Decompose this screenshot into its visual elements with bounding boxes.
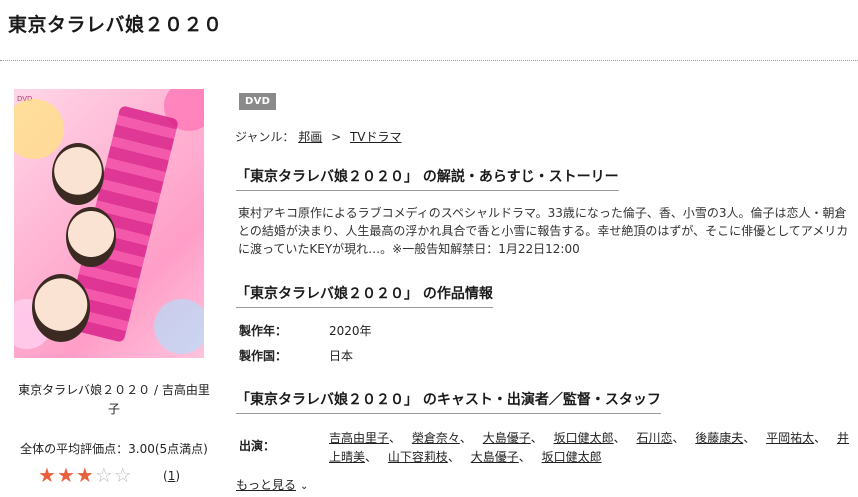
info-row-year: 製作年： 2020年 (239, 322, 372, 339)
review-count-link[interactable]: (1) (163, 469, 180, 483)
info-row-country: 製作国： 日本 (239, 347, 353, 364)
cast-link[interactable]: 榮倉奈々 (412, 431, 460, 445)
cast-link[interactable]: 平岡祐太 (766, 431, 814, 445)
cover-flower-decoration (154, 299, 204, 354)
cover-actress-face (32, 274, 90, 342)
info-heading: 「東京タラレバ娘２０２０」 の作品情報 (236, 283, 493, 308)
cast-link[interactable]: 後藤康夫 (695, 431, 743, 445)
cast-link[interactable]: 坂口健太郎 (554, 431, 614, 445)
star-empty-icon: ☆ (94, 463, 114, 487)
more-link[interactable]: もっと見る ⌄ (236, 476, 308, 493)
cast-label: 出演： (239, 439, 276, 453)
chevron-down-icon: ⌄ (300, 481, 309, 492)
cast-heading: 「東京タラレバ娘２０２０」 のキャスト・出演者／監督・スタッフ (236, 389, 661, 414)
breadcrumb-item-tv-drama[interactable]: TVドラマ (350, 130, 402, 144)
info-label: 製作年： (239, 324, 288, 338)
page: 東京タラレバ娘２０２０ DVD 東京タラレバ娘２０２０ / 吉高由里子 全体の平… (0, 0, 858, 497)
cast-link[interactable]: 石川恋 (636, 431, 672, 445)
breadcrumb-item-genre[interactable]: 邦画 (298, 130, 322, 144)
breadcrumb: ジャンル： 邦画 > TVドラマ (235, 128, 402, 145)
dvd-cover-image[interactable]: DVD (14, 89, 204, 358)
cover-flower-decoration (14, 99, 64, 159)
cover-actress-face (66, 207, 116, 267)
cast-link[interactable]: 吉高由里子 (329, 431, 389, 445)
cover-actress-face (52, 143, 104, 205)
more-link-label[interactable]: もっと見る (236, 478, 296, 492)
star-rating: ★★★☆☆ (38, 463, 133, 487)
cast-link[interactable]: 大島優子 (483, 431, 531, 445)
page-title: 東京タラレバ娘２０２０ (8, 14, 223, 36)
breadcrumb-separator: > (331, 130, 342, 144)
info-value: 2020年 (329, 324, 372, 338)
review-count[interactable]: 1 (168, 469, 176, 483)
breadcrumb-label: ジャンル： (235, 130, 295, 144)
info-label: 製作国： (239, 349, 288, 363)
average-rating-text: 全体の平均評価点：3.00(5点満点) (20, 442, 208, 456)
cast-link[interactable]: 大島優子 (471, 450, 519, 464)
star-filled-icon: ★ (75, 463, 95, 487)
cast-link[interactable]: 坂口健太郎 (542, 450, 602, 464)
poster-caption: 東京タラレバ娘２０２０ / 吉高由里子 (18, 383, 210, 416)
info-value: 日本 (329, 349, 354, 363)
story-text: 東村アキコ原作によるラブコメディのスペシャルドラマ。33歳になった倫子、香、小雪… (238, 206, 849, 256)
star-filled-icon: ★ (56, 463, 76, 487)
star-empty-icon: ☆ (113, 463, 133, 487)
title-divider (0, 60, 858, 61)
story-heading: 「東京タラレバ娘２０２０」 の解説・あらすじ・ストーリー (236, 166, 619, 191)
format-badge: DVD (239, 93, 277, 110)
star-filled-icon: ★ (38, 463, 57, 487)
cast-list: 吉高由里子、 榮倉奈々、 大島優子、 坂口健太郎、 石川恋、 後藤康夫、 平岡祐… (329, 431, 850, 464)
cast-link[interactable]: 山下容莉枝 (388, 450, 448, 464)
